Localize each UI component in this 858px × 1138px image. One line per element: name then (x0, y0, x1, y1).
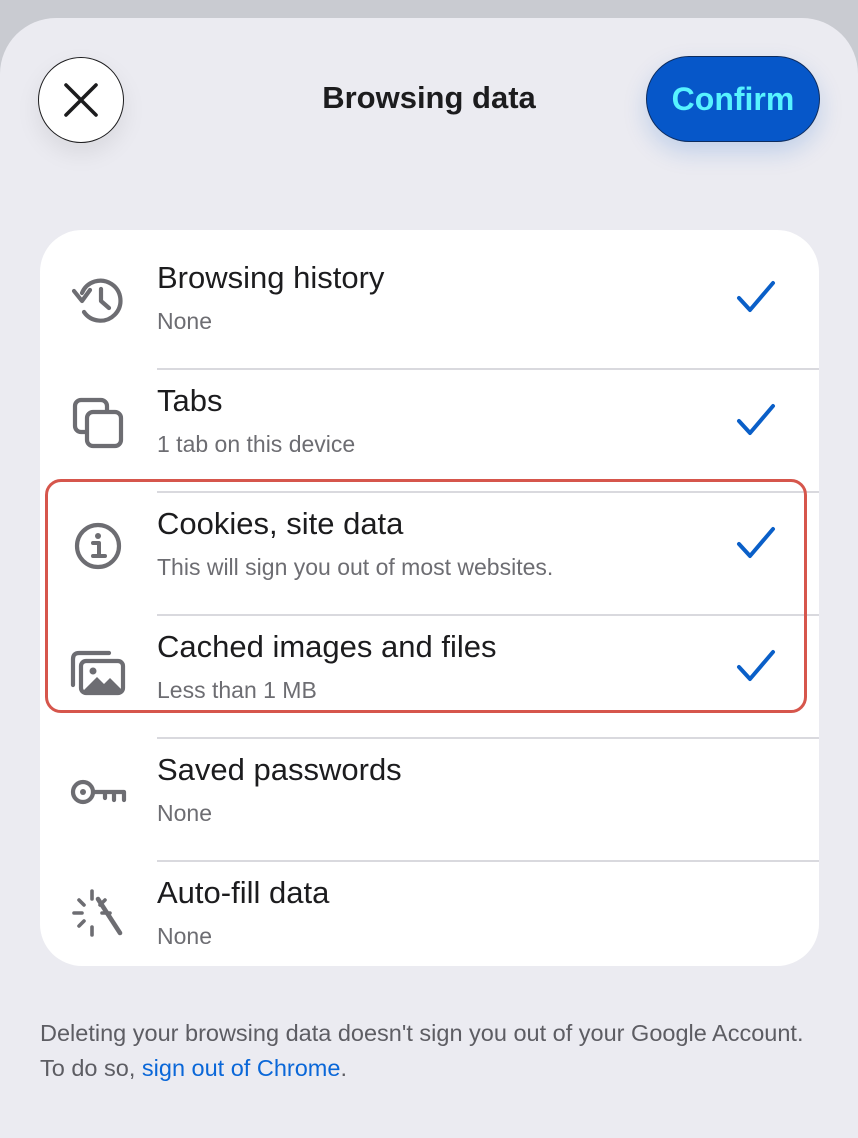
checkmark-icon (737, 527, 775, 558)
browsing-data-sheet: Browsing data Confirm Browsing history N… (0, 18, 858, 1138)
item-sublabel: None (157, 308, 212, 334)
list-item-saved-passwords[interactable]: Saved passwords None (40, 728, 819, 850)
list-item-autofill-data[interactable]: Auto-fill data None (40, 851, 819, 973)
item-sublabel: This will sign you out of most websites. (157, 554, 554, 580)
confirm-button[interactable]: Confirm (646, 56, 820, 142)
history-icon (71, 278, 123, 323)
tabs-icon (72, 397, 124, 449)
images-icon (70, 650, 126, 696)
list-item-browsing-history[interactable]: Browsing history None (40, 236, 819, 358)
key-icon (70, 779, 127, 805)
footer-note: Deleting your browsing data doesn't sign… (40, 1016, 830, 1086)
item-label: Cookies, site data (157, 506, 404, 541)
data-types-list: Browsing history None Tabs 1 tab on this… (40, 230, 819, 966)
item-sublabel: None (157, 923, 212, 949)
item-label: Cached images and files (157, 629, 497, 664)
checkmark-icon (737, 650, 775, 681)
info-icon (74, 522, 122, 570)
item-label: Browsing history (157, 260, 385, 295)
item-sublabel: Less than 1 MB (157, 677, 317, 703)
checkmark-icon (737, 404, 775, 435)
item-sublabel: 1 tab on this device (157, 431, 356, 457)
item-label: Auto-fill data (157, 875, 330, 910)
item-label: Tabs (157, 383, 223, 418)
list-item-cached-images[interactable]: Cached images and files Less than 1 MB (40, 605, 819, 727)
item-sublabel: None (157, 800, 212, 826)
list-item-tabs[interactable]: Tabs 1 tab on this device (40, 359, 819, 481)
footer-end: . (340, 1055, 347, 1081)
magic-wand-icon (72, 889, 123, 937)
item-label: Saved passwords (157, 752, 402, 787)
list-item-cookies[interactable]: Cookies, site data This will sign you ou… (40, 482, 819, 604)
sign-out-link[interactable]: sign out of Chrome (142, 1055, 341, 1081)
checkmark-icon (737, 281, 775, 312)
